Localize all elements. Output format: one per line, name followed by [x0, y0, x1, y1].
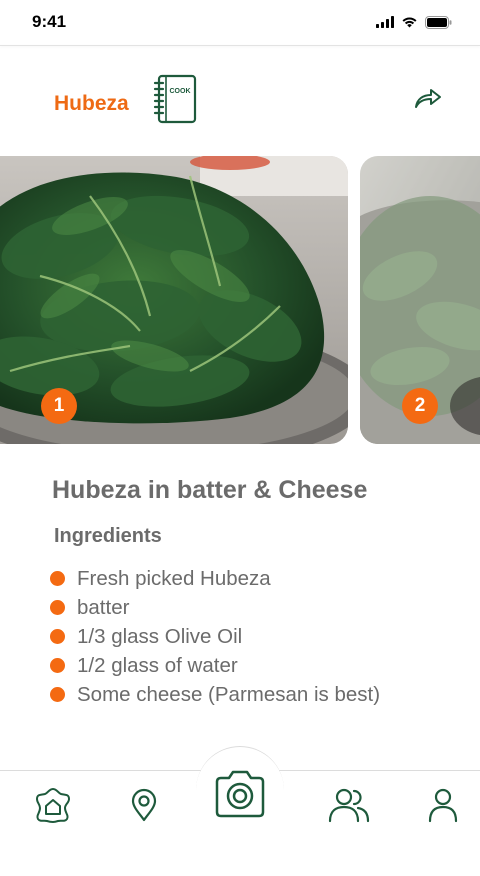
photo-carousel[interactable]: 1 2: [0, 156, 480, 444]
ingredient-text: 1/3 glass Olive Oil: [77, 624, 243, 648]
signal-icon: [376, 16, 394, 28]
community-icon: [328, 788, 370, 823]
share-icon: [415, 89, 441, 108]
ingredients-list: Fresh picked Hubeza batter 1/3 glass Oli…: [50, 564, 380, 709]
status-bar: 9:41: [0, 0, 480, 44]
ingredient-item: 1/2 glass of water: [50, 651, 380, 680]
ingredient-text: batter: [77, 595, 130, 619]
cookbook-icon[interactable]: COOK: [152, 74, 198, 124]
tab-community[interactable]: [326, 784, 372, 826]
slide-number-badge: 2: [402, 388, 438, 424]
tab-location[interactable]: [124, 784, 164, 826]
tab-home[interactable]: [32, 784, 74, 826]
wifi-icon: [402, 17, 417, 28]
home-icon: [35, 787, 71, 823]
carousel-slide-1[interactable]: 1: [0, 156, 348, 444]
status-icons: [376, 15, 452, 29]
ingredient-item: Some cheese (Parmesan is best): [50, 680, 380, 709]
slide-number-badge: 1: [41, 388, 77, 424]
bullet-icon: [50, 629, 65, 644]
ingredient-item: batter: [50, 593, 380, 622]
app-header: Hubeza COOK: [0, 70, 480, 130]
bullet-icon: [50, 687, 65, 702]
ingredient-item: 1/3 glass Olive Oil: [50, 622, 380, 651]
ingredients-heading: Ingredients: [54, 525, 162, 547]
tab-camera[interactable]: [213, 767, 267, 819]
profile-icon: [428, 788, 458, 823]
ingredient-text: 1/2 glass of water: [77, 653, 238, 677]
share-button[interactable]: [410, 82, 446, 114]
recipe-title: Hubeza in batter & Cheese: [52, 476, 368, 504]
ingredient-item: Fresh picked Hubeza: [50, 564, 380, 593]
location-pin-icon: [131, 788, 157, 822]
bullet-icon: [50, 658, 65, 673]
ingredient-text: Some cheese (Parmesan is best): [77, 682, 381, 706]
tab-profile[interactable]: [424, 784, 462, 826]
bullet-icon: [50, 600, 65, 615]
ingredient-text: Fresh picked Hubeza: [77, 566, 271, 590]
header-divider: [0, 45, 480, 46]
camera-icon: [215, 770, 265, 818]
bullet-icon: [50, 571, 65, 586]
app-title: Hubeza: [54, 92, 129, 115]
carousel-slide-2[interactable]: 2: [360, 156, 480, 444]
cookbook-label: COOK: [170, 88, 191, 95]
status-time: 9:41: [32, 12, 67, 31]
battery-icon: [425, 15, 452, 29]
